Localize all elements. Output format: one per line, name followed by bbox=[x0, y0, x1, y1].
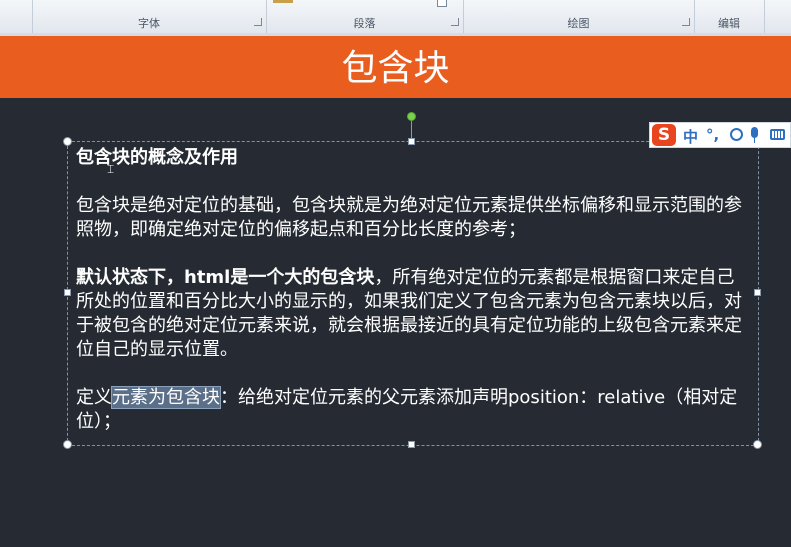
paragraph-define-prefix: 定义 bbox=[76, 387, 112, 408]
keyboard-icon[interactable] bbox=[770, 129, 785, 140]
microphone-stand bbox=[754, 138, 755, 143]
ribbon-group-drawing-label: 绘图 bbox=[567, 17, 590, 30]
ribbon-group-paragraph[interactable]: 段落 bbox=[266, 0, 464, 33]
paragraph-define-block: 定义元素为包含块：给绝对定位元素的父元素添加声明position：relativ… bbox=[76, 386, 746, 434]
slide-title[interactable]: 包含块 bbox=[0, 39, 791, 91]
ime-toolbar[interactable]: S 中 °, bbox=[649, 122, 791, 148]
resize-handle-right[interactable] bbox=[754, 289, 761, 296]
resize-handle-top[interactable] bbox=[408, 138, 415, 145]
text-cursor-icon: ⌶ bbox=[107, 162, 115, 176]
text-box-content[interactable]: 包含块的概念及作用 包含块是绝对定位的基础，包含块就是为绝对定位元素提供坐标偏移… bbox=[76, 146, 746, 434]
sogou-logo-icon[interactable]: S bbox=[652, 124, 676, 146]
ribbon-group-font-label: 字体 bbox=[138, 17, 160, 30]
resize-handle-bottom[interactable] bbox=[408, 441, 415, 448]
smiley-icon[interactable] bbox=[730, 128, 743, 141]
resize-handle-left[interactable] bbox=[64, 289, 71, 296]
text-direction-icon[interactable] bbox=[437, 0, 447, 7]
content-heading: 包含块的概念及作用 bbox=[76, 147, 238, 168]
microphone-icon[interactable] bbox=[751, 127, 758, 138]
ime-language-toggle[interactable]: 中 bbox=[683, 126, 698, 147]
resize-handle-bottom-right[interactable] bbox=[753, 440, 762, 449]
resize-handle-bottom-left[interactable] bbox=[63, 440, 72, 449]
paragraph-definition: 包含块是绝对定位的基础，包含块就是为绝对定位元素提供坐标偏移和显示范围的参照物，… bbox=[76, 195, 742, 240]
paragraph-default-state: 默认状态下，html是一个大的包含块，所有绝对定位的元素都是根据窗口来定自己所处… bbox=[76, 266, 746, 362]
ribbon-group-editing-label: 编辑 bbox=[718, 17, 740, 30]
font-dialog-launcher-icon[interactable] bbox=[254, 18, 262, 26]
ribbon-group-stub bbox=[0, 0, 33, 33]
ribbon-group-font[interactable]: 字体 bbox=[32, 0, 267, 33]
ribbon-bar: 字体 段落 绘图 编辑 bbox=[0, 0, 791, 34]
drawing-dialog-launcher-icon[interactable] bbox=[682, 18, 690, 26]
ribbon-group-editing[interactable]: 编辑 bbox=[694, 0, 765, 33]
paragraph-default-state-bold: 默认状态下，html是一个大的包含块 bbox=[76, 267, 375, 288]
paragraph-dialog-launcher-icon[interactable] bbox=[451, 18, 459, 26]
ribbon-group-drawing[interactable]: 绘图 bbox=[463, 0, 695, 33]
rotate-handle[interactable] bbox=[407, 112, 416, 121]
ribbon-group-paragraph-label: 段落 bbox=[353, 17, 376, 30]
ime-punctuation-toggle[interactable]: °, bbox=[706, 126, 719, 144]
slide-title-bar: 包含块 bbox=[0, 36, 791, 98]
selected-text-highlight[interactable]: 元素为包含块 bbox=[111, 386, 221, 409]
resize-handle-top-left[interactable] bbox=[63, 137, 72, 146]
